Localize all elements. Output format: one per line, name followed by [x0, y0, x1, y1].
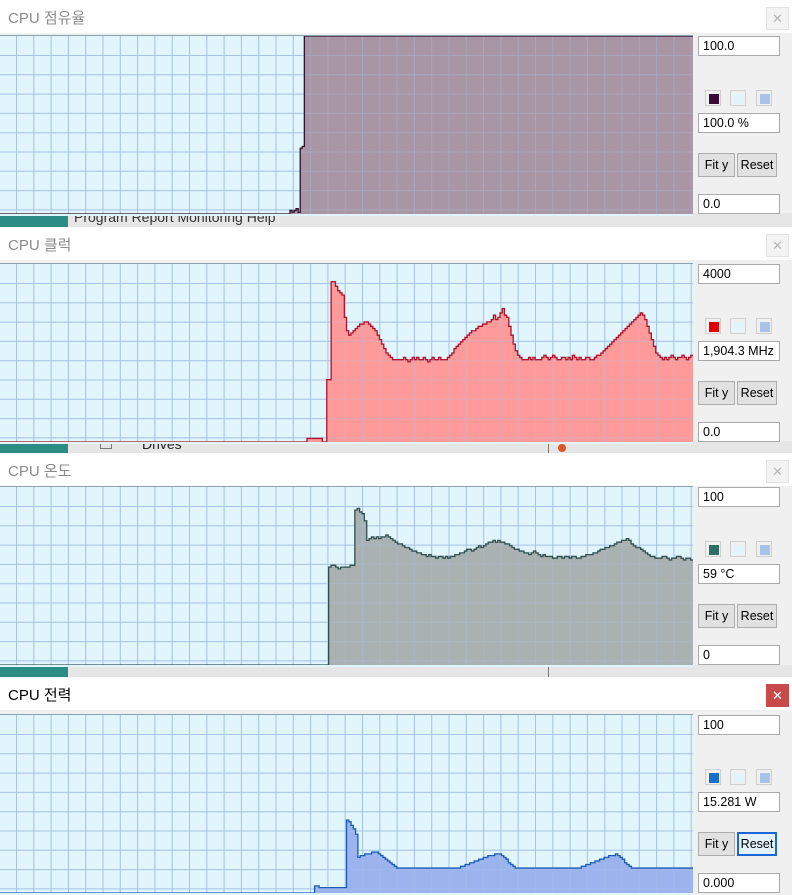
current-value-field: 15.281 W [698, 792, 780, 812]
window-titlebar[interactable]: CPU 점유율 ✕ [0, 0, 792, 33]
fit-y-button[interactable]: Fit y [698, 604, 735, 628]
y-max-field[interactable]: 4000 [698, 264, 780, 284]
y-max-field[interactable]: 100 [698, 715, 780, 735]
grid-color-swatch[interactable] [756, 90, 772, 106]
cpu-clock-controls: 4000 1,904.3 MHz Fit y Reset 0.0 [693, 263, 792, 443]
y-min-field[interactable]: 0.000 [698, 873, 780, 893]
line-color-swatch[interactable] [705, 541, 721, 557]
series-area [0, 281, 693, 442]
current-value-field: 59 °C [698, 564, 780, 584]
swatch-color-fill [709, 773, 719, 783]
y-max-field[interactable]: 100 [698, 487, 780, 507]
swatch-color-fill [734, 773, 744, 783]
cpu-clock-graph[interactable] [0, 263, 693, 444]
reset-button[interactable]: Reset [737, 381, 777, 405]
swatch-color-fill [760, 94, 770, 104]
reset-button[interactable]: Reset [737, 153, 777, 177]
background-color-swatch[interactable] [730, 769, 746, 785]
swatch-color-fill [734, 322, 744, 332]
y-min-field[interactable]: 0.0 [698, 422, 780, 442]
fit-y-button[interactable]: Fit y [698, 832, 735, 856]
window-titlebar[interactable]: CPU 온도 ✕ [0, 453, 792, 486]
swatch-color-fill [760, 773, 770, 783]
swatch-color-fill [760, 322, 770, 332]
close-icon[interactable]: ✕ [766, 460, 789, 483]
grid-color-swatch[interactable] [756, 769, 772, 785]
window-title: CPU 점유율 [8, 10, 86, 27]
reset-button[interactable]: Reset [737, 832, 777, 856]
y-min-field[interactable]: 0 [698, 645, 780, 665]
close-icon[interactable]: ✕ [766, 7, 789, 30]
grid-color-swatch[interactable] [756, 541, 772, 557]
swatch-color-fill [734, 545, 744, 555]
cpu-clock-window: CPU 클럭 ✕ 4000 1,904.3 MHz Fit y Reset 0.… [0, 227, 792, 444]
grid-color-swatch[interactable] [756, 318, 772, 334]
background-color-swatch[interactable] [730, 90, 746, 106]
window-title: CPU 클럭 [8, 237, 72, 254]
window-title: CPU 전력 [8, 687, 72, 704]
cpu-power-controls: 100 15.281 W Fit y Reset 0.000 [693, 714, 792, 894]
window-titlebar[interactable]: CPU 클럭 ✕ [0, 227, 792, 260]
window-title: CPU 온도 [8, 463, 72, 480]
y-min-field[interactable]: 0.0 [698, 194, 780, 214]
line-color-swatch[interactable] [705, 769, 721, 785]
swatch-color-fill [709, 545, 719, 555]
background-color-swatch[interactable] [730, 541, 746, 557]
cpu-usage-controls: 100.0 100.0 % Fit y Reset 0.0 [693, 35, 792, 215]
current-value-field: 100.0 % [698, 113, 780, 133]
current-value-field: 1,904.3 MHz [698, 341, 780, 361]
swatch-color-fill [709, 94, 719, 104]
cpu-temperature-controls: 100 59 °C Fit y Reset 0 [693, 486, 792, 666]
cpu-usage-graph[interactable] [0, 35, 693, 216]
swatch-color-fill [760, 545, 770, 555]
swatch-color-fill [709, 322, 719, 332]
line-color-swatch[interactable] [705, 318, 721, 334]
cpu-usage-window: CPU 점유율 ✕ 100.0 100.0 % Fit y Reset 0.0 [0, 0, 792, 216]
fit-y-button[interactable]: Fit y [698, 153, 735, 177]
background-color-swatch[interactable] [730, 318, 746, 334]
close-icon[interactable]: ✕ [766, 684, 789, 707]
fit-y-button[interactable]: Fit y [698, 381, 735, 405]
reset-button[interactable]: Reset [737, 604, 777, 628]
background-orange-icon [558, 444, 566, 452]
window-titlebar[interactable]: CPU 전력 ✕ [0, 677, 792, 710]
cpu-temperature-window: CPU 온도 ✕ 100 59 °C Fit y Reset 0 [0, 453, 792, 667]
cpu-temperature-graph[interactable] [0, 486, 693, 667]
swatch-color-fill [734, 94, 744, 104]
close-icon[interactable]: ✕ [766, 234, 789, 257]
cpu-power-graph[interactable] [0, 714, 693, 895]
cpu-power-window: CPU 전력 ✕ 100 15.281 W Fit y Reset 0.000 [0, 677, 792, 895]
y-max-field[interactable]: 100.0 [698, 36, 780, 56]
series-area [0, 36, 693, 214]
line-color-swatch[interactable] [705, 90, 721, 106]
